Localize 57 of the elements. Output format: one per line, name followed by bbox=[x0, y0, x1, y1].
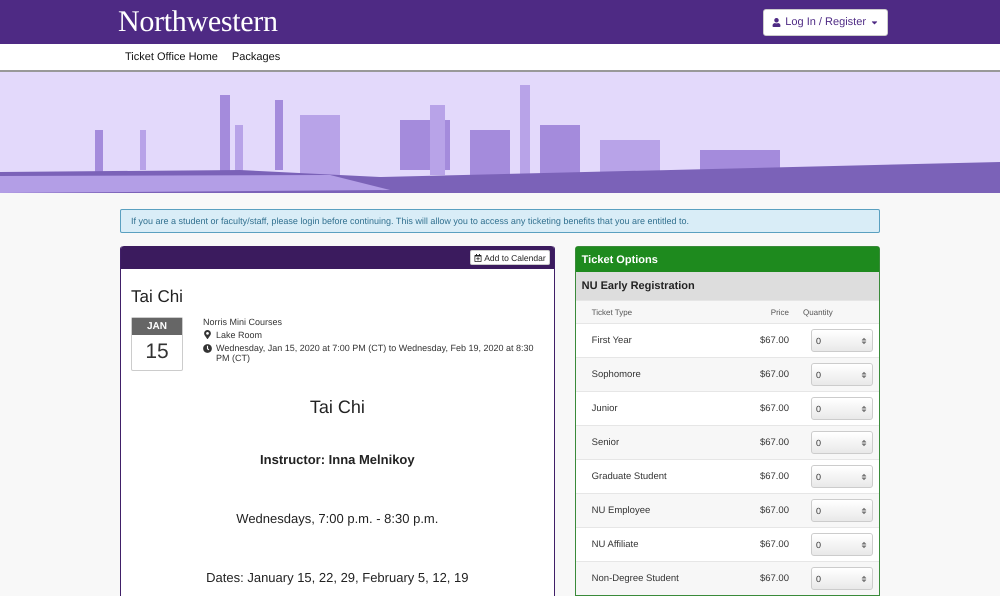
description-text: Tai Chi bbox=[310, 397, 365, 418]
event-title: Tai Chi bbox=[131, 287, 184, 307]
description-text: Dates: January 15, 22, 29, February 5, 12, 19 bbox=[206, 570, 468, 585]
quantity-select[interactable]: 0 bbox=[811, 465, 873, 488]
ticket-type: Non-Degree Student bbox=[592, 573, 680, 584]
sort-arrows-icon bbox=[860, 506, 868, 514]
section-title: NU Early Registration bbox=[576, 272, 879, 300]
ticket-price: $67.00 bbox=[758, 369, 790, 380]
quantity-select[interactable]: 0 bbox=[811, 329, 873, 352]
nav-link[interactable]: Packages bbox=[232, 51, 280, 63]
clock-icon bbox=[203, 344, 212, 353]
quantity-select[interactable]: 0 bbox=[811, 397, 873, 420]
sort-arrows-icon bbox=[860, 404, 868, 412]
date-day: 15 bbox=[132, 335, 182, 370]
ticket-price: $67.00 bbox=[758, 335, 790, 346]
ticket-price: $67.00 bbox=[758, 403, 790, 414]
ticket-type: NU Affiliate bbox=[592, 539, 640, 550]
column-header: Price bbox=[770, 308, 790, 316]
quantity-select[interactable]: 0 bbox=[811, 533, 873, 556]
description-text: Wednesdays, 7:00 p.m. - 8:30 p.m. bbox=[236, 511, 438, 526]
quantity-select[interactable]: 0 bbox=[811, 499, 873, 522]
ticket-type: Sophomore bbox=[592, 369, 642, 380]
calendar-icon bbox=[474, 254, 482, 262]
ticket-price: $67.00 bbox=[758, 539, 790, 550]
sort-arrows-icon bbox=[860, 540, 868, 548]
ticket-type: Junior bbox=[592, 403, 619, 414]
ticket-price: $67.00 bbox=[758, 505, 790, 516]
sort-arrows-icon bbox=[860, 336, 868, 344]
ticket-type: NU Employee bbox=[592, 505, 652, 516]
ticket-price: $67.00 bbox=[758, 471, 790, 482]
map-pin-icon bbox=[203, 330, 212, 339]
info-alert: If you are a student or faculty/staff, please login before continuing. This will allow you to access any ticketing benefits that you are entitled to. bbox=[120, 209, 880, 233]
event-time: Wednesday, Jan 15, 2020 at 7:00 PM (CT) to Wednesday, Feb 19, 2020 at 8:30 PM (CT) bbox=[216, 343, 535, 363]
date-month: JAN bbox=[132, 318, 182, 335]
ticket-price: $67.00 bbox=[758, 573, 790, 584]
sort-arrows-icon bbox=[860, 574, 868, 582]
column-header: Ticket Type bbox=[592, 308, 634, 316]
event-organizer: Norris Mini Courses bbox=[203, 317, 284, 327]
logo[interactable]: Northwestern bbox=[118, 5, 278, 39]
quantity-select[interactable]: 0 bbox=[811, 363, 873, 386]
user-icon bbox=[772, 18, 782, 26]
ticket-type: First Year bbox=[592, 335, 633, 346]
event-location: Lake Room bbox=[216, 330, 262, 340]
sort-arrows-icon bbox=[860, 370, 868, 378]
ticket-type: Senior bbox=[592, 437, 620, 448]
column-header: Quantity bbox=[803, 308, 834, 316]
ticket-type: Graduate Student bbox=[592, 471, 668, 482]
ticket-price: $67.00 bbox=[758, 437, 790, 448]
ticket-panel-title: Ticket Options bbox=[576, 247, 879, 272]
login-button[interactable]: Log In / Register bbox=[763, 8, 888, 36]
add-to-calendar-button[interactable]: Add to Calendar bbox=[470, 250, 550, 265]
quantity-select[interactable]: 0 bbox=[811, 431, 873, 454]
sort-arrows-icon bbox=[860, 438, 868, 446]
description-text: Instructor: Inna Melnikoy bbox=[260, 452, 415, 467]
sort-arrows-icon bbox=[860, 472, 868, 480]
nav-link[interactable]: Ticket Office Home bbox=[125, 51, 218, 63]
quantity-select[interactable]: 0 bbox=[811, 567, 873, 590]
